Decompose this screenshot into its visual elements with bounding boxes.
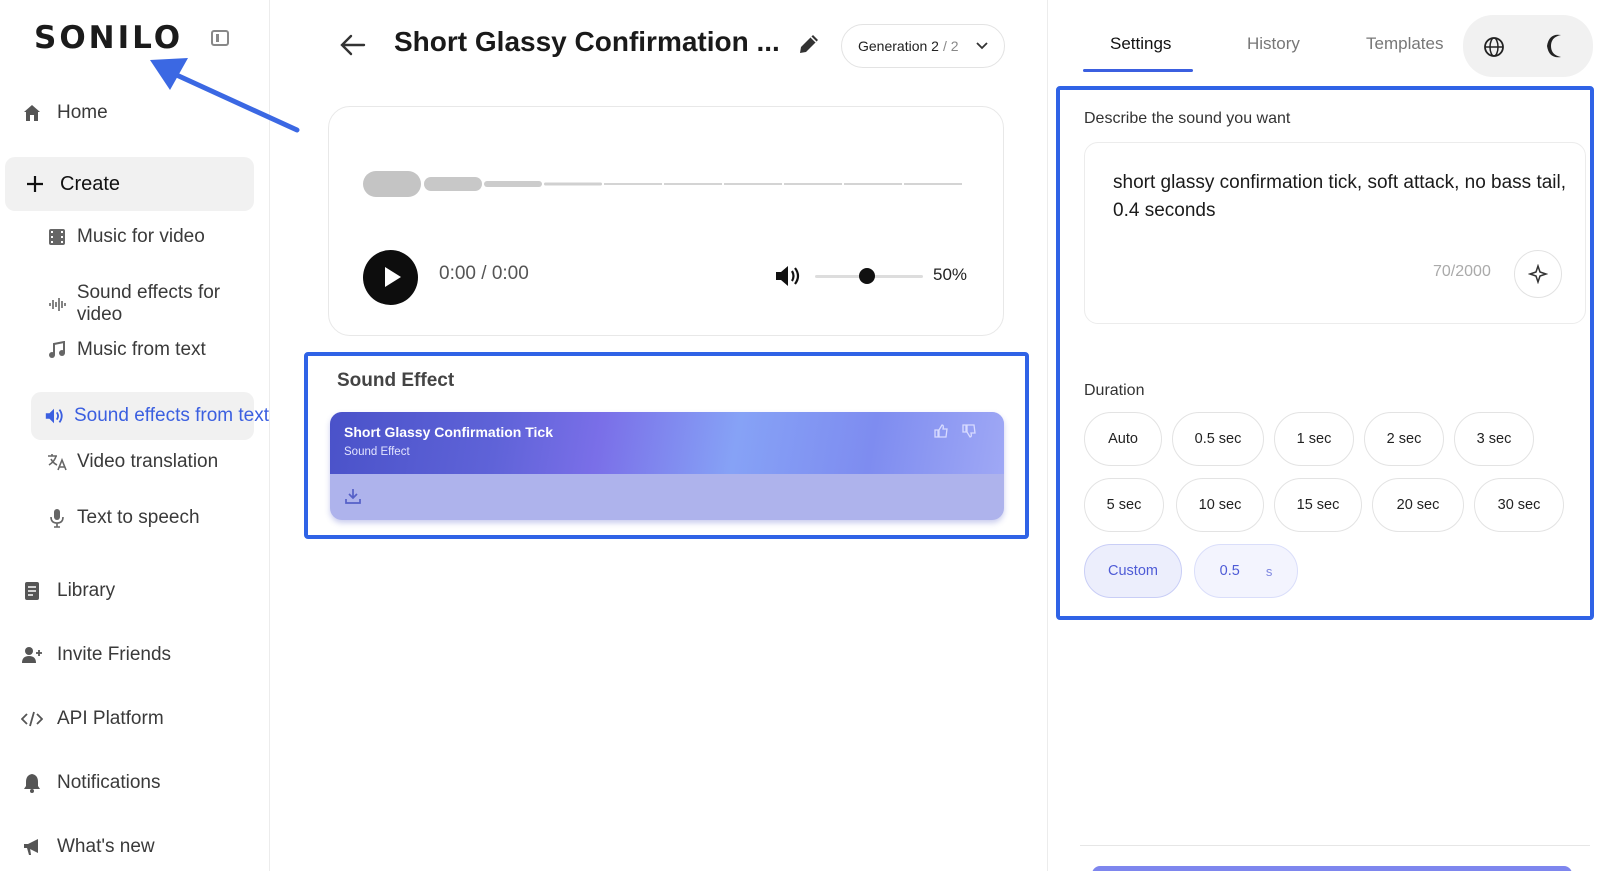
custom-duration-value: 0.5 bbox=[1219, 563, 1240, 579]
tab-templates[interactable]: Templates bbox=[1366, 34, 1443, 54]
code-icon bbox=[21, 708, 43, 730]
sound-effect-banner: Short Glassy Confirmation Tick Sound Eff… bbox=[330, 412, 1004, 474]
bell-icon bbox=[21, 772, 43, 794]
sidebar-item-video-translation[interactable]: Video translation bbox=[47, 451, 218, 473]
globe-icon[interactable] bbox=[1483, 36, 1505, 58]
back-arrow-icon[interactable] bbox=[338, 32, 368, 58]
add-user-icon bbox=[21, 644, 43, 666]
sound-effect-type: Sound Effect bbox=[344, 446, 410, 458]
sidebar-item-music-for-video[interactable]: Music for video bbox=[47, 226, 205, 248]
sidebar-sub-label: Text to speech bbox=[77, 507, 200, 528]
duration-option[interactable]: 0.5 sec bbox=[1172, 412, 1264, 466]
translate-icon bbox=[47, 452, 67, 472]
speaker-icon bbox=[44, 406, 64, 426]
duration-option[interactable]: 30 sec bbox=[1474, 478, 1564, 532]
annotation-arrow-icon bbox=[150, 58, 300, 133]
waveform-progress[interactable] bbox=[363, 169, 973, 199]
duration-option[interactable]: 15 sec bbox=[1274, 478, 1362, 532]
custom-duration-button[interactable]: Custom bbox=[1084, 544, 1182, 598]
plus-icon bbox=[24, 173, 46, 195]
play-button[interactable] bbox=[363, 250, 418, 305]
volume-icon[interactable] bbox=[774, 263, 804, 289]
sidebar-sub-label: Music for video bbox=[77, 226, 205, 247]
sound-effect-name: Short Glassy Confirmation Tick bbox=[344, 424, 554, 440]
home-icon bbox=[21, 102, 43, 124]
sidebar-item-label: Create bbox=[60, 172, 121, 195]
custom-duration-unit: s bbox=[1265, 563, 1273, 579]
sparkle-icon bbox=[1528, 264, 1548, 284]
section-title: Sound Effect bbox=[337, 370, 455, 391]
enhance-prompt-button[interactable] bbox=[1514, 250, 1562, 298]
chevron-down-icon bbox=[976, 42, 988, 50]
microphone-icon bbox=[47, 508, 67, 528]
sidebar-item-label: Library bbox=[57, 580, 116, 601]
active-tab-indicator bbox=[1083, 69, 1193, 72]
megaphone-icon bbox=[21, 836, 43, 858]
duration-option[interactable]: 20 sec bbox=[1372, 478, 1464, 532]
sidebar-item-label: What's new bbox=[57, 836, 155, 857]
sidebar-item-create[interactable]: Create bbox=[5, 157, 254, 211]
duration-option[interactable]: 5 sec bbox=[1084, 478, 1164, 532]
duration-option[interactable]: 3 sec bbox=[1454, 412, 1534, 466]
edit-pencil-icon[interactable] bbox=[796, 31, 822, 57]
moon-icon[interactable] bbox=[1545, 33, 1569, 59]
duration-label: Duration bbox=[1084, 382, 1145, 399]
sidebar-item-label: API Platform bbox=[57, 708, 164, 729]
waveform-icon bbox=[47, 294, 67, 314]
generation-label: Generation 2 bbox=[858, 38, 939, 54]
duration-option[interactable]: Auto bbox=[1084, 412, 1162, 466]
volume-percent: 50% bbox=[933, 265, 968, 284]
sidebar-item-invite-friends[interactable]: Invite Friends bbox=[21, 644, 171, 666]
sound-effect-section: Sound Effect Short Glassy Confirmation T… bbox=[304, 352, 1029, 539]
custom-duration-input[interactable]: 0.5 s bbox=[1194, 544, 1298, 598]
sidebar-item-label: Invite Friends bbox=[57, 644, 172, 665]
generate-button[interactable] bbox=[1092, 866, 1572, 871]
sidebar-item-music-from-text[interactable]: Music from text bbox=[47, 339, 206, 361]
sidebar-item-label: Notifications bbox=[57, 772, 161, 793]
duration-option[interactable]: 10 sec bbox=[1176, 478, 1264, 532]
page-title: Short Glassy Confirmation ... bbox=[394, 26, 780, 57]
sidebar-sub-label: Music from text bbox=[77, 339, 206, 360]
sidebar-sub-label: Sound effects for video bbox=[76, 282, 221, 325]
prompt-text: short glassy confirmation tick, soft att… bbox=[1113, 172, 1567, 221]
sound-effect-card[interactable]: Short Glassy Confirmation Tick Sound Eff… bbox=[330, 412, 1004, 520]
download-icon[interactable] bbox=[344, 487, 362, 505]
generation-select[interactable]: Generation 2 / 2 bbox=[841, 24, 1005, 68]
generation-settings: Describe the sound you want short glassy… bbox=[1056, 86, 1594, 620]
sidebar-sub-label: Video translation bbox=[77, 451, 219, 472]
tab-history[interactable]: History bbox=[1247, 34, 1300, 54]
volume-slider-thumb[interactable] bbox=[859, 268, 875, 284]
tab-settings[interactable]: Settings bbox=[1110, 34, 1171, 54]
thumbs-down-icon[interactable] bbox=[962, 424, 976, 438]
sidebar-item-home[interactable]: Home bbox=[21, 102, 108, 124]
generation-count: / 2 bbox=[942, 38, 959, 54]
sidebar-item-notifications[interactable]: Notifications bbox=[21, 772, 161, 794]
sidebar-item-label: Home bbox=[57, 102, 108, 123]
sidebar-item-whats-new[interactable]: What's new bbox=[21, 836, 155, 858]
describe-label: Describe the sound you want bbox=[1084, 110, 1291, 127]
divider bbox=[1080, 845, 1590, 846]
library-icon bbox=[21, 580, 43, 602]
sidebar-item-text-to-speech[interactable]: Text to speech bbox=[47, 507, 200, 529]
sidebar-sub-label: Sound effects from text bbox=[74, 405, 270, 426]
duration-option[interactable]: 1 sec bbox=[1274, 412, 1354, 466]
film-icon bbox=[47, 227, 67, 247]
playback-time: 0:00 / 0:00 bbox=[439, 263, 529, 284]
sidebar-item-library[interactable]: Library bbox=[21, 580, 115, 602]
char-count: 70/2000 bbox=[1433, 263, 1491, 280]
audio-player: 0:00 / 0:00 50% bbox=[328, 106, 1004, 336]
sidebar-item-api-platform[interactable]: API Platform bbox=[21, 708, 164, 730]
music-note-icon bbox=[47, 340, 67, 360]
prompt-textarea[interactable]: short glassy confirmation tick, soft att… bbox=[1084, 142, 1586, 324]
duration-option[interactable]: 2 sec bbox=[1364, 412, 1444, 466]
sidebar-item-sound-effects-for-video[interactable]: Sound effects for video bbox=[47, 282, 269, 326]
thumbs-up-icon[interactable] bbox=[934, 424, 948, 438]
collapse-sidebar-icon[interactable] bbox=[211, 30, 229, 46]
sidebar-item-sound-effects-from-text[interactable]: Sound effects from text bbox=[31, 392, 269, 440]
